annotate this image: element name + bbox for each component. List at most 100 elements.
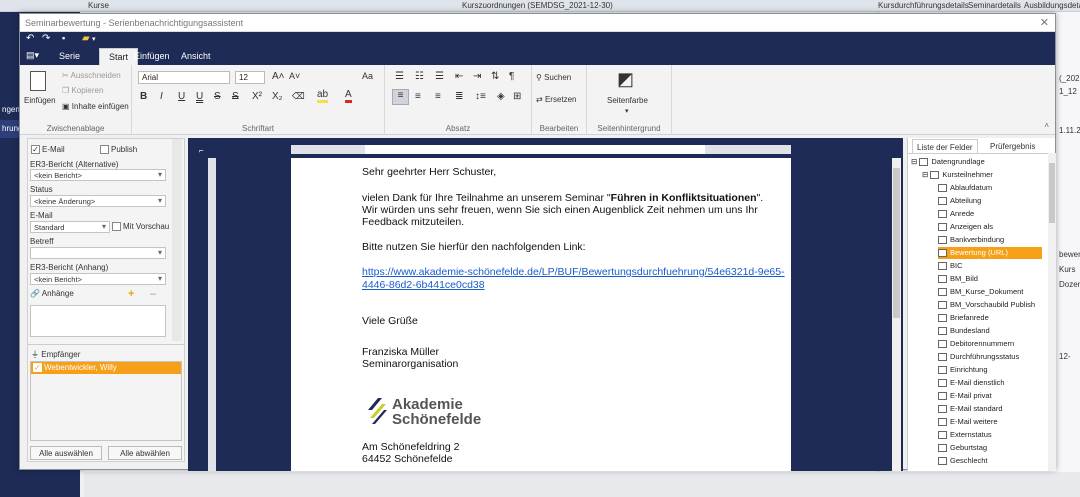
chevron-down-icon[interactable]: ▾ bbox=[92, 35, 96, 43]
field-list-scrollbar[interactable] bbox=[1048, 153, 1056, 471]
field-item[interactable]: Geschlecht bbox=[938, 455, 1042, 467]
subscript-icon[interactable]: X₂ bbox=[272, 91, 283, 102]
horizontal-ruler[interactable] bbox=[291, 145, 791, 154]
field-item[interactable]: E-Mail weitere bbox=[938, 416, 1042, 428]
folder-icon[interactable]: ▰ bbox=[82, 33, 90, 44]
numbered-list-icon[interactable]: ☷ bbox=[415, 71, 424, 82]
field-item[interactable]: Externstatus bbox=[938, 429, 1042, 441]
status-select[interactable]: <keine Änderung> bbox=[30, 195, 166, 207]
er3-alt-select[interactable]: <kein Bericht> bbox=[30, 169, 166, 181]
preview-checkbox[interactable]: Mit Vorschau bbox=[112, 222, 169, 232]
document-page[interactable]: Sehr geehrter Herr Schuster, vielen Dank… bbox=[291, 158, 791, 471]
field-item[interactable]: Einrichtung bbox=[938, 364, 1042, 376]
decrease-indent-icon[interactable]: ⇤ bbox=[455, 71, 463, 82]
multilevel-list-icon[interactable]: ☰ bbox=[435, 71, 444, 82]
double-underline-icon[interactable]: U bbox=[196, 91, 203, 102]
change-case-button[interactable]: Aa bbox=[362, 71, 373, 81]
align-left-icon[interactable]: ≡ bbox=[392, 89, 409, 105]
tab-einfuegen[interactable]: Einfügen bbox=[134, 51, 170, 61]
highlight-color-icon[interactable]: ab bbox=[317, 90, 329, 103]
document-scrollbar[interactable] bbox=[892, 158, 901, 471]
er3-attachment-select[interactable]: <kein Bericht> bbox=[30, 273, 166, 285]
add-icon[interactable]: + bbox=[128, 288, 134, 300]
options-scrollbar[interactable] bbox=[172, 139, 182, 341]
field-item[interactable]: Abteilung bbox=[938, 195, 1042, 207]
field-item[interactable]: Geburtstag bbox=[938, 442, 1042, 454]
field-item[interactable]: BM_Kurse_Dokument bbox=[938, 286, 1042, 298]
feedback-link[interactable]: 4446-86d2-6b441ce0cd38 bbox=[362, 279, 485, 291]
undo-icon[interactable]: ↶ bbox=[26, 33, 34, 44]
field-item[interactable]: E-Mail dienstlich bbox=[938, 377, 1042, 389]
subject-input[interactable] bbox=[30, 247, 166, 259]
shading-icon[interactable]: ◈ bbox=[497, 91, 505, 102]
pilcrow-icon[interactable]: ¶ bbox=[509, 71, 514, 82]
line-spacing-icon[interactable]: ↕≡ bbox=[475, 91, 486, 102]
align-center-icon[interactable]: ≡ bbox=[415, 91, 421, 102]
underline-icon[interactable]: U bbox=[178, 91, 185, 102]
field-item[interactable]: Bewertung (URL) bbox=[938, 247, 1042, 259]
bullet-list-icon[interactable]: ☰ bbox=[395, 71, 404, 82]
italic-icon[interactable]: I bbox=[160, 91, 163, 102]
borders-icon[interactable]: ⊞ bbox=[513, 91, 521, 102]
field-item[interactable]: Bankverbindung bbox=[938, 234, 1042, 246]
field-item[interactable]: Debitorennummern bbox=[938, 338, 1042, 350]
select-all-button[interactable]: Alle auswählen bbox=[30, 446, 102, 460]
paste-button[interactable]: Einfügen bbox=[24, 96, 56, 105]
strikethrough-icon[interactable]: S bbox=[214, 91, 221, 102]
app-menu-icon[interactable]: ▤▾ bbox=[26, 50, 39, 61]
field-item[interactable]: E-Mail privat bbox=[938, 390, 1042, 402]
font-color-icon[interactable]: A bbox=[345, 90, 352, 103]
field-item[interactable]: E-Mail standard bbox=[938, 403, 1042, 415]
scroll-thumb[interactable] bbox=[1049, 163, 1055, 223]
justify-icon[interactable]: ≣ bbox=[455, 91, 463, 102]
grow-font-icon[interactable]: A˄ bbox=[272, 71, 285, 82]
double-strikethrough-icon[interactable]: S bbox=[232, 91, 239, 102]
field-item[interactable]: Durchführungsstatus bbox=[938, 351, 1042, 363]
email-type-select[interactable]: Standard bbox=[30, 221, 110, 233]
replace-button[interactable]: ⇄ Ersetzen bbox=[536, 95, 577, 104]
copy-button[interactable]: ❐ Kopieren bbox=[62, 86, 103, 95]
clear-format-icon[interactable]: ⌫ bbox=[292, 91, 305, 102]
close-icon[interactable]: ✕ bbox=[1040, 16, 1049, 29]
shrink-font-icon[interactable]: A˅ bbox=[289, 71, 300, 81]
tab-check-result[interactable]: Prüfergebnis bbox=[986, 139, 1039, 153]
tree-group[interactable]: ⊟ Kursteilnehmer bbox=[922, 169, 993, 181]
field-item[interactable]: BM_Vorschaubild Publish bbox=[938, 299, 1042, 311]
cut-button[interactable]: ✂ Ausschneiden bbox=[62, 71, 121, 80]
field-item[interactable]: BM_Bild bbox=[938, 273, 1042, 285]
font-size-select[interactable]: 12 bbox=[235, 71, 265, 84]
collapse-ribbon-icon[interactable]: ˄ bbox=[1044, 121, 1049, 130]
email-checkbox[interactable]: ✓ E-Mail bbox=[31, 145, 65, 155]
font-family-select[interactable]: Arial bbox=[138, 71, 230, 84]
deselect-all-button[interactable]: Alle abwählen bbox=[108, 446, 182, 460]
tab-start[interactable]: Start bbox=[99, 48, 139, 65]
increase-indent-icon[interactable]: ⇥ bbox=[473, 71, 481, 82]
tab-field-list[interactable]: Liste der Felder bbox=[912, 139, 978, 153]
field-item[interactable]: BIC bbox=[938, 260, 1042, 272]
page-color-icon[interactable]: ◩ bbox=[617, 69, 634, 90]
redo-icon[interactable]: ↷ bbox=[42, 33, 50, 44]
save-icon[interactable]: ▪ bbox=[62, 33, 65, 43]
attachments-list[interactable] bbox=[30, 305, 166, 337]
publish-checkbox[interactable]: Publish bbox=[100, 145, 137, 155]
align-right-icon[interactable]: ≡ bbox=[435, 91, 441, 102]
sort-icon[interactable]: ⇅ bbox=[491, 71, 499, 82]
field-item[interactable]: Ablaufdatum bbox=[938, 182, 1042, 194]
field-item[interactable]: Anzeigen als bbox=[938, 221, 1042, 233]
scroll-thumb[interactable] bbox=[893, 168, 900, 318]
tab-ansicht[interactable]: Ansicht bbox=[181, 51, 211, 61]
remove-icon[interactable]: – bbox=[150, 288, 156, 300]
paste-icon[interactable] bbox=[30, 71, 46, 91]
feedback-link[interactable]: https://www.akademie-schönefelde.de/LP/B… bbox=[362, 266, 785, 278]
find-button[interactable]: ⚲ Suchen bbox=[536, 73, 571, 82]
chevron-down-icon[interactable]: ▾ bbox=[625, 107, 629, 115]
page-color-button[interactable]: Seitenfarbe bbox=[607, 96, 648, 105]
field-item[interactable]: Anrede bbox=[938, 208, 1042, 220]
paste-special-button[interactable]: ▣ Inhalte einfügen bbox=[62, 102, 129, 111]
field-item[interactable]: Briefanrede bbox=[938, 312, 1042, 324]
superscript-icon[interactable]: X² bbox=[252, 91, 262, 102]
field-item[interactable]: Bundesland bbox=[938, 325, 1042, 337]
bold-icon[interactable]: B bbox=[140, 91, 147, 102]
tab-serie[interactable]: Serie bbox=[59, 51, 80, 61]
tree-root[interactable]: ⊟ Datengrundlage bbox=[911, 156, 985, 168]
